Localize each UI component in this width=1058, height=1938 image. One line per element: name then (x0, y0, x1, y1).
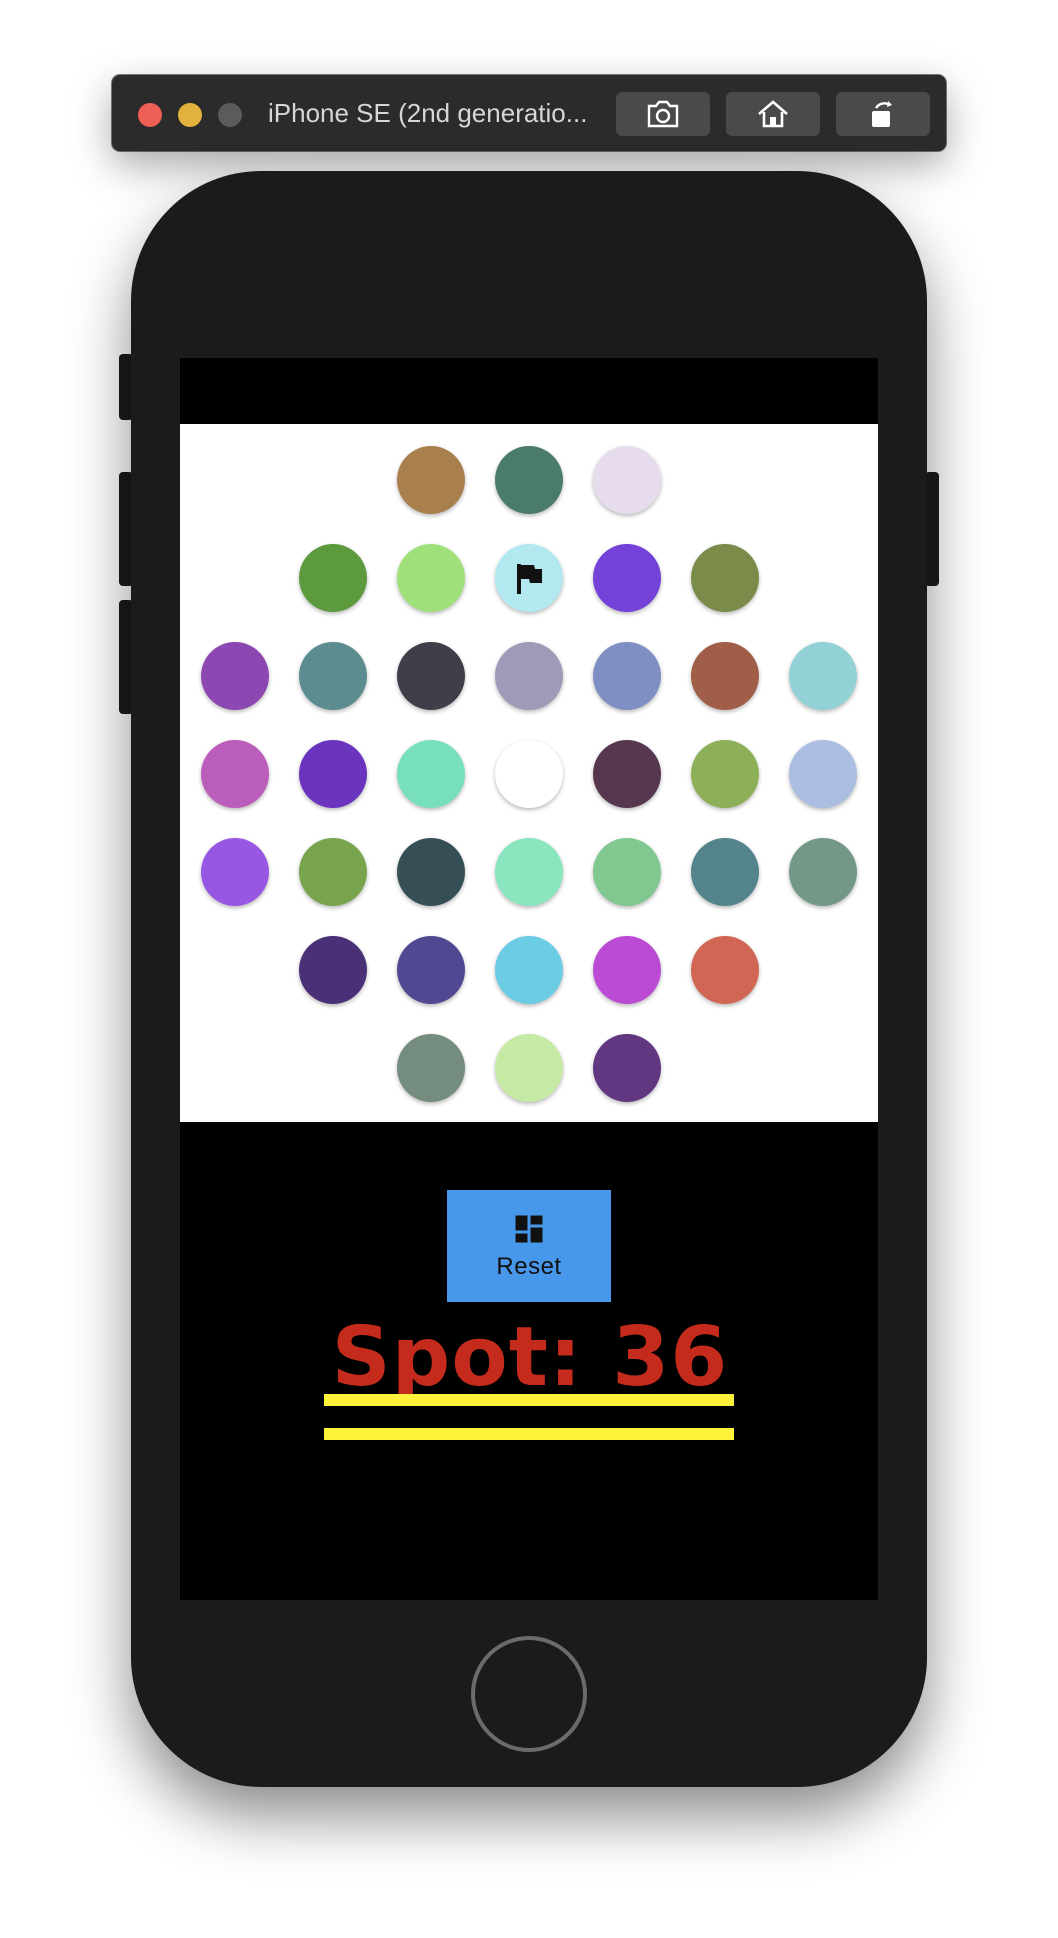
spot[interactable] (201, 838, 269, 906)
spot[interactable] (299, 642, 367, 710)
power-button (925, 472, 939, 586)
spot[interactable] (397, 936, 465, 1004)
screenshot-icon (647, 100, 679, 128)
spot[interactable] (397, 446, 465, 514)
screenshot-button[interactable] (616, 92, 710, 136)
rotate-icon (872, 101, 892, 127)
spot[interactable] (495, 936, 563, 1004)
spot[interactable] (201, 642, 269, 710)
spot[interactable] (789, 838, 857, 906)
spot[interactable] (593, 740, 661, 808)
spot[interactable] (495, 446, 563, 514)
spot[interactable] (593, 544, 661, 612)
spot[interactable] (789, 740, 857, 808)
spot[interactable] (397, 838, 465, 906)
spot[interactable] (593, 642, 661, 710)
spot[interactable] (201, 740, 269, 808)
spot[interactable] (593, 1034, 661, 1102)
spot[interactable] (593, 838, 661, 906)
game-board (180, 424, 878, 1122)
spot[interactable] (299, 936, 367, 1004)
spot[interactable] (691, 838, 759, 906)
spot-counter: Spot: 36 (331, 1310, 729, 1405)
flag-icon (517, 564, 542, 594)
phone-home-button[interactable] (471, 1636, 587, 1752)
maximize-window-button[interactable] (218, 103, 242, 127)
spot[interactable] (495, 838, 563, 906)
spot[interactable] (691, 740, 759, 808)
rotate-button[interactable] (836, 92, 930, 136)
spot[interactable] (397, 740, 465, 808)
spot[interactable] (397, 544, 465, 612)
spot-underline-top (324, 1394, 734, 1406)
spot[interactable] (299, 544, 367, 612)
spot[interactable] (789, 642, 857, 710)
spot-underline-bottom (324, 1428, 734, 1440)
close-window-button[interactable] (138, 103, 162, 127)
simulator-title: iPhone SE (2nd generatio... (268, 98, 588, 128)
spot[interactable] (299, 740, 367, 808)
home-icon (758, 100, 788, 128)
spot[interactable] (691, 642, 759, 710)
spot[interactable] (397, 1034, 465, 1102)
spot[interactable] (691, 936, 759, 1004)
home-toolbar-button[interactable] (726, 92, 820, 136)
spot[interactable] (495, 642, 563, 710)
spot[interactable] (495, 1034, 563, 1102)
dashboard-icon (515, 1215, 543, 1243)
spot[interactable] (593, 446, 661, 514)
app-screen: Reset Spot: 36 (180, 358, 878, 1600)
reset-button[interactable]: Reset (447, 1190, 611, 1302)
spot[interactable] (691, 544, 759, 612)
simulator-titlebar: iPhone SE (2nd generatio... (112, 75, 946, 151)
spot[interactable] (397, 642, 465, 710)
reset-label: Reset (496, 1253, 562, 1280)
spot[interactable] (495, 740, 563, 808)
spot[interactable] (299, 838, 367, 906)
minimize-window-button[interactable] (178, 103, 202, 127)
spot[interactable] (495, 544, 563, 612)
spot[interactable] (593, 936, 661, 1004)
